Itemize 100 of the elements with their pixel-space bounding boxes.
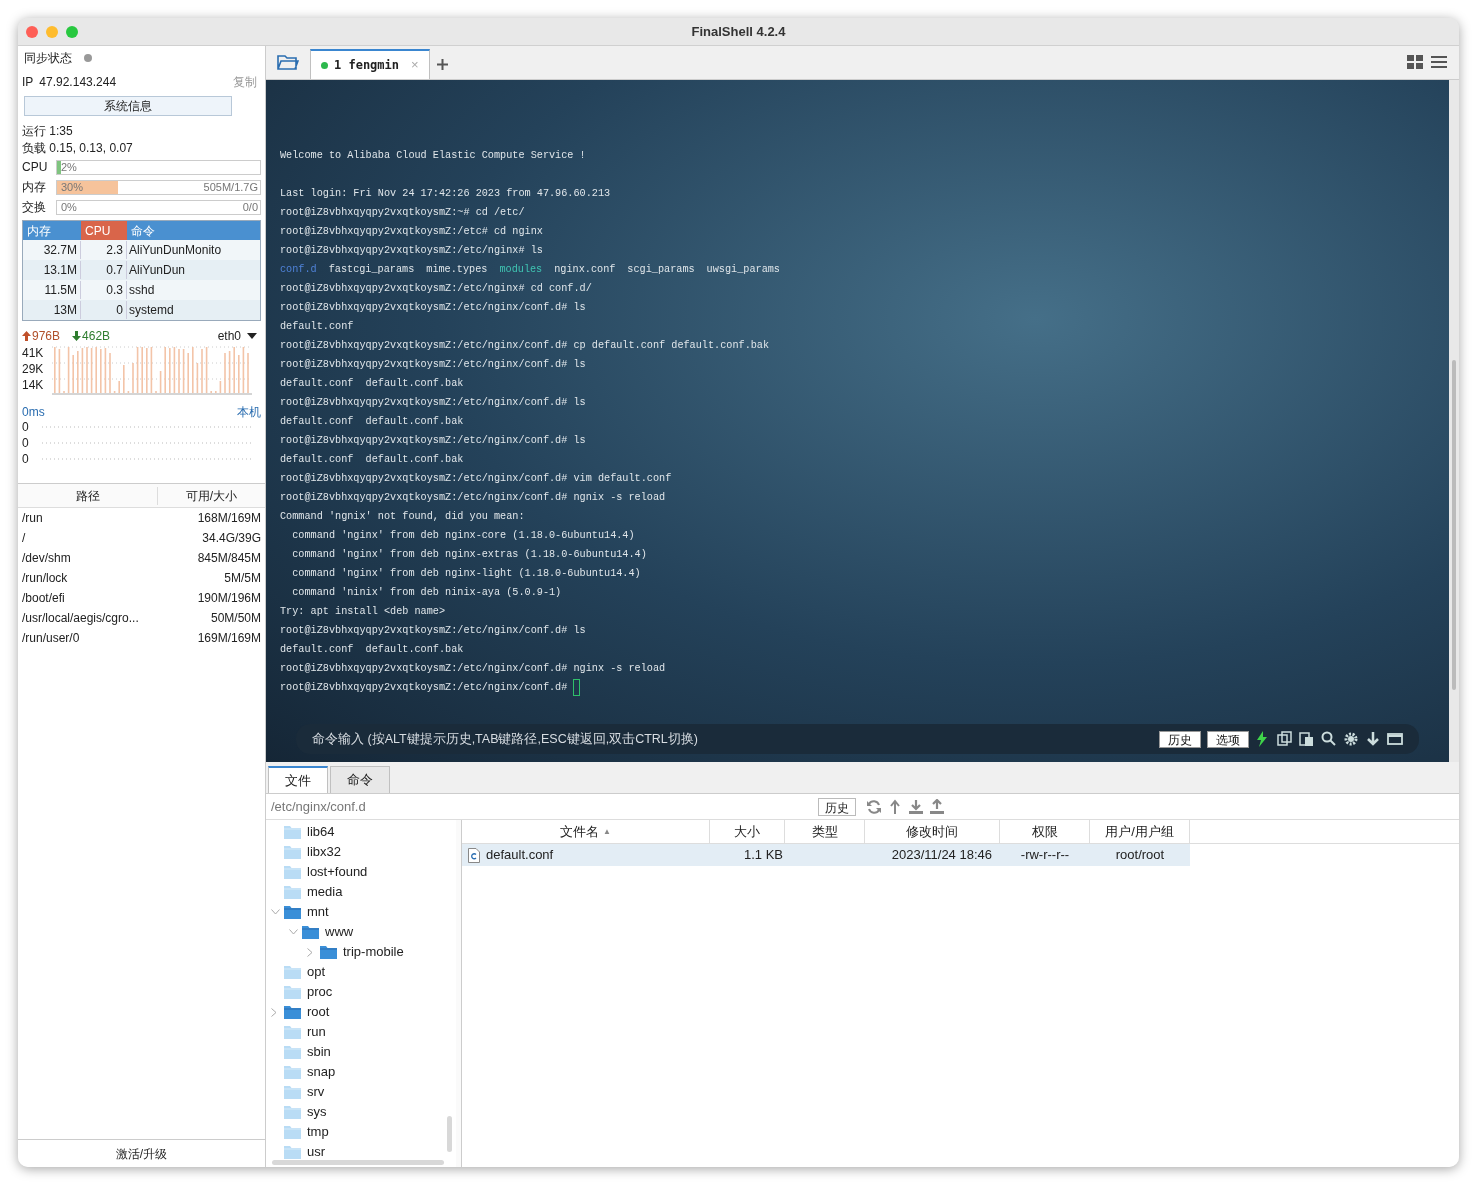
meter-label: CPU <box>22 159 49 176</box>
paste-icon[interactable] <box>1299 731 1315 747</box>
panel-tab[interactable]: 命令 <box>330 766 390 793</box>
meter-label: 交换 <box>22 199 47 216</box>
column-header[interactable]: 权限 <box>1000 820 1090 843</box>
folder-name[interactable]: media <box>307 882 343 902</box>
terminal-line: command 'ninix' from deb ninix-aya (5.0.9-1) <box>291 586 563 600</box>
settings-icon[interactable] <box>1343 731 1359 747</box>
upload-icon[interactable] <box>929 798 945 815</box>
up-arrow-icon[interactable] <box>887 798 903 815</box>
ip-label: IP <box>22 74 34 91</box>
terminal-scrollbar[interactable] <box>1449 80 1459 762</box>
folder-name[interactable]: root <box>307 1002 330 1022</box>
sync-status-label: 同步状态 <box>24 50 72 67</box>
close-window-button[interactable] <box>26 25 38 38</box>
tree-scrollbar[interactable] <box>447 1116 452 1152</box>
terminal-line: default.conf default.conf.bak <box>280 643 465 657</box>
collapsed-chevron-icon[interactable] <box>307 947 313 957</box>
interface-dropdown[interactable]: eth0 <box>217 327 261 345</box>
axis-label: 29K <box>22 361 45 377</box>
activate-upgrade-link[interactable]: 激活/升级 <box>115 1144 168 1163</box>
panel-tab[interactable]: 文件 <box>268 766 328 793</box>
column-header[interactable]: 路径 <box>18 486 158 505</box>
search-icon[interactable] <box>1321 731 1337 747</box>
table-cell: 0.7 <box>81 261 127 279</box>
path-field[interactable]: /etc/nginx/conf.d <box>266 796 818 817</box>
column-header[interactable]: 用户/用户组 <box>1090 820 1190 843</box>
collapsed-chevron-icon[interactable] <box>271 1007 277 1017</box>
toolbar-button[interactable]: 历史 <box>1159 730 1201 748</box>
caret-icon <box>247 333 257 339</box>
column-header[interactable]: 可用/大小 <box>158 486 265 505</box>
expanded-chevron-icon[interactable] <box>271 909 280 915</box>
folder-name[interactable]: mnt <box>307 902 329 922</box>
axis-label: 14K <box>22 377 45 393</box>
folder-name[interactable]: opt <box>307 962 326 982</box>
column-header[interactable]: 修改时间 <box>865 820 1000 843</box>
terminal-line: command 'nginx' from deb nginx-extras (1.18.0-6ubuntu14.4) <box>291 548 648 562</box>
table-cell-text: 34.4G/39G <box>202 530 261 547</box>
table-cell-text: /run/user/0 <box>22 630 80 647</box>
folder-name[interactable]: sys <box>307 1102 327 1122</box>
owner: root/root <box>1114 846 1166 865</box>
meter-label: 内存 <box>22 179 47 196</box>
folder-name[interactable]: proc <box>307 982 333 1002</box>
sort-icon: ▲ <box>603 825 611 838</box>
window-icon[interactable] <box>1387 731 1403 747</box>
terminal-output: mime.types <box>426 263 488 277</box>
system-info-button[interactable]: 系统信息 <box>24 96 232 116</box>
table-cell-text: sshd <box>128 282 156 299</box>
column-header[interactable]: 文件名 ▲ <box>462 820 710 843</box>
terminal-output: fastcgi_params <box>328 263 415 277</box>
folder-name[interactable]: lib64 <box>307 822 335 842</box>
table-cell-text: 168M/169M <box>197 510 261 527</box>
terminal-line: Welcome to Alibaba Cloud Elastic Compute Service ! <box>280 149 587 163</box>
download-icon[interactable] <box>1365 731 1381 747</box>
table-cell: 11.5M <box>23 281 81 299</box>
grid-icon[interactable] <box>1407 55 1423 69</box>
terminal-output: nginx.conf <box>554 263 616 277</box>
folder-name[interactable]: srv <box>307 1082 325 1102</box>
menu-icon[interactable] <box>1431 55 1447 69</box>
column-header[interactable]: 大小 <box>710 820 785 843</box>
expanded-chevron-icon[interactable] <box>289 929 298 935</box>
terminal-cursor <box>573 679 581 696</box>
terminal-output: scgi_params <box>627 263 695 277</box>
tab-label: 1 fengmin <box>334 57 400 74</box>
folder-name[interactable]: run <box>307 1022 326 1042</box>
terminal-line: Command 'ngnix' not found, did you mean: <box>280 510 526 524</box>
axis-label: 41K <box>22 345 45 361</box>
folder-name[interactable]: lost+found <box>307 862 368 882</box>
terminal-line: root@iZ8vbhxqyqpy2vxqtkoysmZ:/etc/nginx/conf.d# ls <box>280 301 587 315</box>
table-cell-text: /boot/efi <box>22 590 65 607</box>
folder-name[interactable]: libx32 <box>307 842 341 862</box>
axis-label: 0 <box>22 419 30 435</box>
terminal-line: root@iZ8vbhxqyqpy2vxqtkoysmZ:~# cd /etc/ <box>280 206 526 220</box>
window-title: FinalShell 4.2.4 <box>691 22 786 41</box>
folder-name[interactable]: sbin <box>307 1042 331 1062</box>
folder-name[interactable]: tmp <box>307 1122 329 1142</box>
folder-name[interactable]: usr <box>307 1142 326 1162</box>
table-cell-text: 50M/50M <box>210 610 261 627</box>
terminal-line: Last login: Fri Nov 24 17:42:26 2023 from 47.96.60.213 <box>280 187 612 201</box>
file-row[interactable]: default.conf 1.1 KB 2023/11/24 18:46 -rw-r--r-- root/root <box>462 844 1190 866</box>
folder-name[interactable]: snap <box>307 1062 336 1082</box>
refresh-icon[interactable] <box>866 798 882 815</box>
terminal-line: default.conf <box>280 320 355 334</box>
maximize-window-button[interactable] <box>66 25 78 38</box>
terminal-line: root@iZ8vbhxqyqpy2vxqtkoysmZ:/etc/nginx/conf.d# ls <box>280 434 587 448</box>
history-button[interactable]: 历史 <box>818 797 856 816</box>
session-tab[interactable]: 1 fengmin × <box>310 49 430 79</box>
folder-name[interactable]: trip-mobile <box>343 942 404 962</box>
tree-horizontal-scrollbar[interactable] <box>272 1160 444 1165</box>
toolbar-button[interactable]: 选项 <box>1207 730 1249 748</box>
upload-rate: 976B <box>32 328 61 345</box>
command-input-field[interactable]: 命令输入 (按ALT键提示历史,TAB键路径,ESC键返回,双击CTRL切换) <box>312 729 698 749</box>
folder-name[interactable]: www <box>325 922 354 942</box>
file-icon <box>468 847 480 863</box>
table-cell: 13.1M <box>23 261 81 279</box>
meter-percent: 2% <box>60 159 77 175</box>
table-cell: 0 <box>81 301 127 319</box>
column-header[interactable]: 类型 <box>785 820 865 843</box>
copy-icon[interactable] <box>1277 731 1293 747</box>
column-header[interactable]: CPU <box>81 221 127 240</box>
